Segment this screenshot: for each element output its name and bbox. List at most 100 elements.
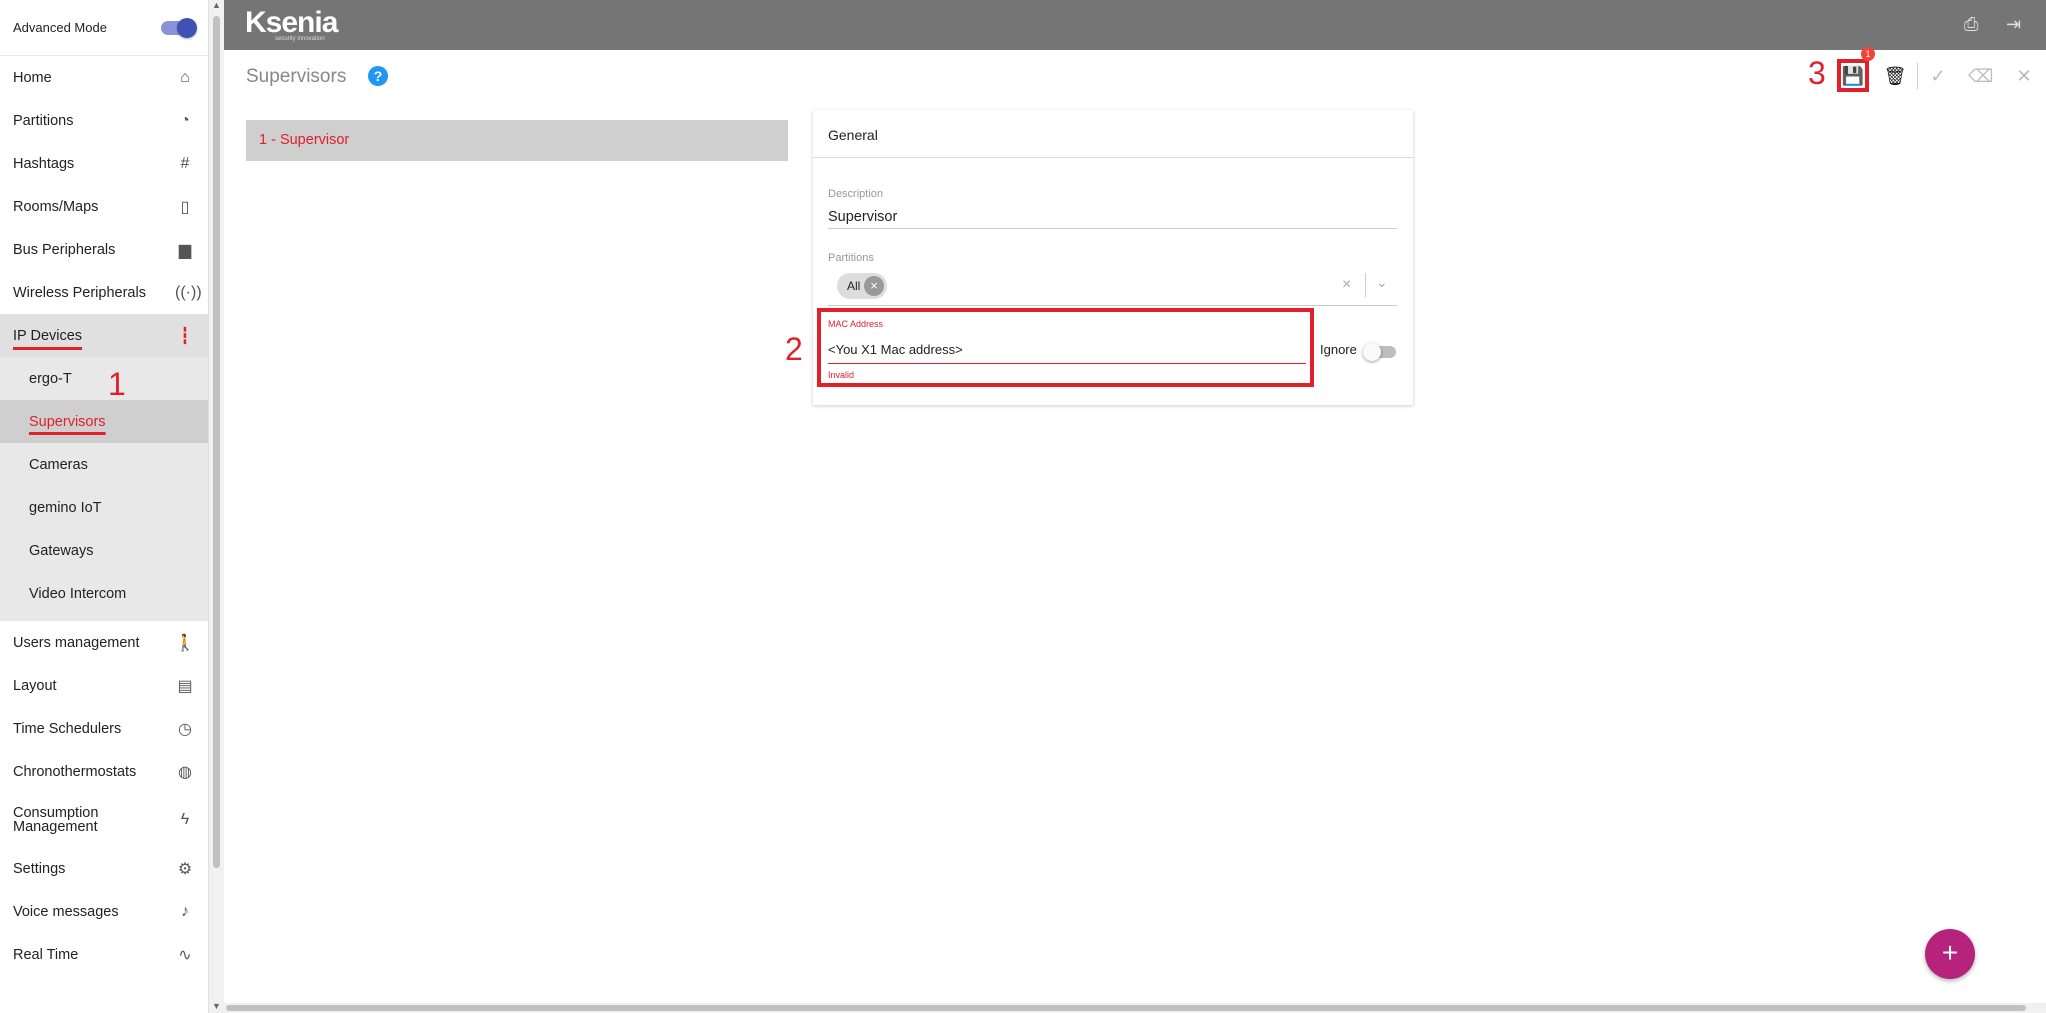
sidebar-item-label: Chronothermostats	[13, 763, 137, 780]
sidebar-item-real-time[interactable]: Real Time ∿	[0, 933, 208, 976]
sidebar-subitem-ergo-t[interactable]: ergo-T	[0, 357, 208, 400]
delete-all-icon[interactable]: ⌫	[1968, 64, 1993, 88]
sidebar-item-bus-peripherals[interactable]: Bus Peripherals ▆	[0, 228, 208, 271]
partitions-label: Partitions	[828, 252, 874, 264]
sidebar-item-label: Wireless Peripherals	[13, 284, 146, 301]
home-icon: ⌂	[180, 68, 190, 86]
save-badge: 1	[1861, 47, 1875, 61]
sidebar-subitem-gateways[interactable]: Gateways	[0, 529, 208, 572]
chevron-down-icon[interactable]: ⌄	[1376, 274, 1388, 291]
sidebar-item-partitions[interactable]: Partitions ◔	[0, 99, 208, 142]
mac-error: Invalid	[828, 370, 855, 380]
sidebar-item-label: Real Time	[13, 946, 79, 963]
sidebar-item-time-schedulers[interactable]: Time Schedulers ◷	[0, 707, 208, 750]
chip-remove-icon[interactable]: ×	[864, 276, 884, 296]
ksenia-logo: Ksenia security innovation	[245, 6, 338, 42]
sidebar-subitem-label: ergo-T	[29, 370, 72, 387]
toolbar-divider	[1917, 63, 1918, 89]
description-field[interactable]: Supervisor	[828, 209, 897, 225]
peripheral-icon: ▆	[178, 241, 192, 259]
sidebar-item-voice-messages[interactable]: Voice messages ♪	[0, 890, 208, 933]
sidebar-item-label: Hashtags	[13, 155, 75, 172]
sidebar-item-label: Partitions	[13, 112, 74, 129]
clear-icon[interactable]: ×	[1342, 276, 1351, 294]
sidebar-item-home[interactable]: Home ⌂	[0, 56, 208, 99]
horizontal-scrollbar[interactable]	[224, 1003, 2046, 1013]
sidebar-subitem-video-intercom[interactable]: Video Intercom	[0, 572, 208, 615]
sidebar-scrollbar-thumb[interactable]	[213, 16, 220, 868]
description-underline	[828, 228, 1397, 229]
sidebar-item-label: Settings	[13, 860, 66, 877]
sidebar-item-ip-devices[interactable]: IP Devices ┇	[0, 314, 208, 357]
partition-chip: All ×	[837, 273, 887, 299]
scroll-up-icon[interactable]: ▲	[212, 0, 221, 10]
sidebar-item-label: Users management	[13, 634, 140, 651]
sidebar-scrollbar[interactable]: ▲ ▼	[209, 0, 224, 1013]
check-icon[interactable]: ✓	[1926, 64, 1950, 88]
scroll-down-icon[interactable]: ▼	[212, 1001, 221, 1011]
sidebar-subitem-label: Gateways	[29, 542, 94, 559]
tools-icon[interactable]: ✕	[2012, 64, 2036, 88]
top-bar: Ksenia security innovation ⎙ ⇥	[224, 0, 2046, 50]
select-divider	[1365, 273, 1366, 297]
sidebar-subitem-gemino-iot[interactable]: gemino IoT	[0, 486, 208, 529]
sidebar: Advanced Mode Home ⌂ Partitions ◔ Hashtags # R…	[0, 0, 209, 1013]
print-icon[interactable]: ⎙	[1964, 14, 1978, 35]
annotation-1: 1	[108, 366, 126, 402]
sidebar-item-rooms-maps[interactable]: Rooms/Maps ▯	[0, 185, 208, 228]
sidebar-item-label: Bus Peripherals	[13, 241, 116, 258]
sidebar-subitem-label: Cameras	[29, 456, 88, 473]
mac-label: MAC Address	[828, 319, 884, 329]
sidebar-item-label: Time Schedulers	[13, 720, 122, 737]
sidebar-subitem-label: gemino IoT	[29, 499, 102, 516]
thermostat-icon: ◍	[178, 763, 192, 781]
sidebar-item-settings[interactable]: Settings ⚙	[0, 847, 208, 890]
clock-icon: ◷	[178, 720, 192, 738]
save-icon[interactable]: 💾	[1841, 64, 1865, 88]
help-icon[interactable]: ?	[368, 66, 388, 86]
sidebar-subitem-cameras[interactable]: Cameras	[0, 443, 208, 486]
ip-devices-submenu: ergo-T Supervisors Cameras gemino IoT Gatewa…	[0, 357, 208, 621]
mac-underline	[828, 363, 1306, 364]
horizontal-scrollbar-thumb[interactable]	[226, 1005, 2026, 1011]
sidebar-item-label: IP Devices	[13, 327, 83, 344]
briefcase-icon: ▤	[177, 677, 193, 695]
mac-address-input[interactable]: <You X1 Mac address>	[828, 342, 963, 357]
list-item[interactable]: 1 - Supervisor	[246, 120, 788, 161]
sidebar-item-chronothermostats[interactable]: Chronothermostats ◍	[0, 750, 208, 793]
page-title: Supervisors	[246, 66, 347, 87]
sidebar-item-layout[interactable]: Layout ▤	[0, 664, 208, 707]
add-button[interactable]: +	[1925, 929, 1975, 979]
ignore-toggle[interactable]	[1363, 343, 1396, 361]
pie-chart-icon: ◔	[180, 111, 190, 129]
sidebar-subitem-supervisors[interactable]: Supervisors	[0, 400, 208, 443]
voice-icon: ♪	[181, 902, 189, 920]
general-card: General Description Supervisor Partition…	[813, 110, 1413, 405]
door-icon: ▯	[180, 198, 190, 216]
gear-icon: ⚙	[177, 860, 193, 878]
ip-device-icon: ┇	[180, 327, 190, 345]
advanced-mode-toggle[interactable]	[161, 17, 197, 38]
ignore-label: Ignore	[1320, 342, 1357, 357]
advanced-mode-row: Advanced Mode	[0, 0, 208, 56]
delete-icon[interactable]: 🗑	[1883, 64, 1907, 88]
sidebar-item-wireless-peripherals[interactable]: Wireless Peripherals ((·))	[0, 271, 208, 314]
sidebar-subitem-label: Supervisors	[29, 413, 106, 430]
hashtag-icon: #	[180, 154, 190, 172]
annotation-2: 2	[785, 331, 803, 367]
sidebar-subitem-label: Video Intercom	[29, 585, 127, 602]
sidebar-item-label: Layout	[13, 677, 57, 694]
walking-person-icon: 🚶	[175, 634, 195, 652]
sidebar-item-consumption-management[interactable]: Consumption Management ϟ	[0, 793, 208, 847]
lightning-icon: ϟ	[180, 811, 190, 828]
annotation-3: 3	[1808, 55, 1826, 91]
sidebar-item-label: Voice messages	[13, 903, 119, 920]
advanced-mode-label: Advanced Mode	[13, 20, 107, 35]
sidebar-item-label: Consumption Management	[13, 805, 99, 835]
logout-icon[interactable]: ⇥	[2006, 14, 2021, 35]
antenna-icon: ((·))	[175, 283, 202, 301]
sidebar-item-hashtags[interactable]: Hashtags #	[0, 142, 208, 185]
description-label: Description	[828, 188, 884, 200]
partition-chip-label: All	[847, 279, 861, 293]
sidebar-item-users-management[interactable]: Users management 🚶	[0, 621, 208, 664]
